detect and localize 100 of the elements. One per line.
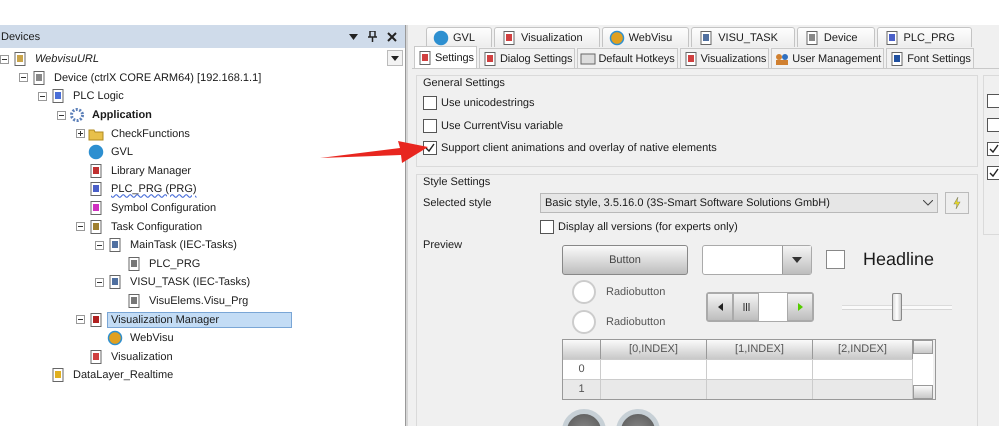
preview-scrollbar[interactable] bbox=[706, 292, 814, 322]
document-icon bbox=[107, 237, 123, 254]
settings-tab[interactable]: Default Hotkeys bbox=[577, 48, 678, 68]
editor-tab[interactable]: Device bbox=[796, 27, 875, 47]
headline-text: Headline bbox=[863, 249, 934, 270]
tree-item[interactable]: Application bbox=[88, 107, 156, 124]
editor-tab[interactable]: VISU_TASK bbox=[691, 27, 795, 47]
gear-icon bbox=[69, 107, 85, 124]
collapse-icon[interactable] bbox=[19, 73, 28, 82]
tree-item[interactable]: CheckFunctions bbox=[107, 126, 194, 142]
collapse-icon[interactable] bbox=[76, 315, 85, 324]
collapse-icon[interactable] bbox=[57, 110, 66, 120]
tree-item[interactable]: Device (ctrlX CORE ARM64) [192.168.1.1] bbox=[50, 70, 266, 86]
editor-tab[interactable]: GVL bbox=[426, 27, 492, 47]
radio-button[interactable] bbox=[572, 280, 596, 304]
document-icon bbox=[698, 30, 714, 46]
document-icon bbox=[50, 367, 66, 384]
editor-tab[interactable]: WebVisu bbox=[602, 27, 690, 47]
document-icon bbox=[88, 312, 104, 328]
checkbox[interactable] bbox=[987, 94, 999, 108]
dropdown-button[interactable] bbox=[387, 50, 403, 66]
style-dropdown[interactable]: Basic style, 3.5.16.0 (3S-Smart Software Solutions GmbH) bbox=[540, 192, 938, 212]
dropdown-icon bbox=[391, 56, 399, 60]
pin-icon[interactable] bbox=[368, 31, 377, 42]
tree-item[interactable]: PLC_PRG (PRG) bbox=[107, 181, 201, 198]
radio-label: Radiobutton bbox=[606, 286, 666, 298]
tree-item[interactable]: Task Configuration bbox=[107, 218, 206, 235]
checkbox[interactable] bbox=[987, 142, 999, 156]
keyboard-icon bbox=[580, 50, 596, 66]
dropdown-button[interactable] bbox=[782, 246, 811, 274]
collapse-icon[interactable] bbox=[38, 92, 47, 101]
settings-tab[interactable]: Settings bbox=[414, 46, 477, 68]
scroll-up-button[interactable] bbox=[913, 340, 933, 354]
scroll-down-button[interactable] bbox=[913, 384, 933, 398]
editor-tab[interactable]: PLC_PRG bbox=[876, 27, 972, 47]
tree-item[interactable]: Visualization bbox=[107, 348, 177, 365]
preview-checkbox[interactable] bbox=[826, 250, 845, 269]
document-icon bbox=[126, 256, 142, 272]
row-header: 1 bbox=[563, 378, 601, 398]
document-icon bbox=[682, 50, 699, 66]
globe-icon bbox=[107, 330, 123, 346]
panel-title: Devices bbox=[1, 30, 40, 42]
tree-item[interactable]: Symbol Configuration bbox=[107, 200, 220, 216]
tree-item[interactable]: WebVisu bbox=[126, 330, 178, 346]
field-label: Selected style bbox=[423, 196, 492, 208]
settings-tab[interactable]: Visualizations bbox=[680, 48, 770, 68]
document-icon bbox=[88, 218, 104, 235]
document-icon bbox=[126, 293, 142, 310]
document-icon bbox=[12, 51, 28, 68]
left-arrow-icon bbox=[718, 302, 722, 310]
scroll-left-button[interactable] bbox=[707, 292, 733, 320]
field-label: Preview bbox=[423, 238, 464, 252]
expand-icon[interactable] bbox=[76, 129, 85, 138]
tree-item[interactable]: Visualization Manager bbox=[107, 312, 292, 328]
document-icon bbox=[417, 50, 433, 66]
scroll-thumb[interactable] bbox=[733, 292, 759, 320]
settings-tab[interactable]: Dialog Settings bbox=[478, 48, 576, 68]
tree-item[interactable]: VisuElems.Visu_Prg bbox=[145, 293, 252, 310]
document-icon bbox=[889, 50, 906, 66]
tree-item[interactable]: PLC_PRG bbox=[145, 256, 204, 272]
grip-icon bbox=[742, 302, 750, 310]
dropdown-icon bbox=[792, 256, 802, 262]
tree-item[interactable]: Library Manager bbox=[107, 162, 196, 179]
preview-button[interactable]: Button bbox=[562, 244, 688, 274]
document-icon bbox=[88, 200, 104, 216]
tree-item[interactable]: MainTask (IEC-Tasks) bbox=[126, 237, 241, 254]
collapse-icon[interactable] bbox=[0, 54, 9, 64]
tree-item[interactable]: DataLayer_Realtime bbox=[69, 367, 178, 384]
group-title: Style Settings bbox=[423, 176, 492, 188]
radio-button[interactable] bbox=[572, 310, 596, 334]
tree-item[interactable]: VISU_TASK (IEC-Tasks) bbox=[126, 274, 254, 290]
checkbox[interactable] bbox=[987, 166, 999, 180]
editor-tab[interactable]: Visualization bbox=[494, 27, 600, 47]
radio-label: Radiobutton bbox=[606, 316, 666, 328]
document-icon bbox=[884, 30, 900, 46]
checkbox[interactable] bbox=[540, 220, 554, 234]
tree-item[interactable]: GVL bbox=[107, 144, 138, 160]
close-icon[interactable] bbox=[387, 32, 397, 42]
checkbox[interactable] bbox=[423, 118, 437, 133]
collapse-icon[interactable] bbox=[95, 240, 104, 250]
slider-thumb[interactable] bbox=[892, 292, 902, 320]
checkbox[interactable] bbox=[987, 118, 999, 132]
globe-icon bbox=[608, 30, 625, 46]
document-icon bbox=[501, 30, 518, 46]
checkbox[interactable] bbox=[423, 141, 437, 156]
settings-tab[interactable]: Font Settings bbox=[886, 48, 974, 68]
document-icon bbox=[482, 50, 498, 66]
column-header: [2,INDEX] bbox=[813, 340, 913, 358]
document-icon bbox=[88, 348, 104, 365]
column-header: [0,INDEX] bbox=[601, 340, 707, 358]
collapse-icon[interactable] bbox=[95, 278, 104, 287]
globe-icon bbox=[88, 144, 104, 160]
checkbox[interactable] bbox=[423, 96, 437, 110]
collapse-icon[interactable] bbox=[76, 222, 85, 232]
settings-tab[interactable]: User Management bbox=[771, 48, 884, 68]
tree-item[interactable]: PLC Logic bbox=[69, 88, 128, 104]
row-header: 0 bbox=[563, 358, 601, 378]
globe-icon bbox=[433, 30, 449, 46]
tree-item[interactable]: WebvisuURL bbox=[31, 51, 103, 68]
dropdown-icon[interactable] bbox=[349, 34, 358, 40]
